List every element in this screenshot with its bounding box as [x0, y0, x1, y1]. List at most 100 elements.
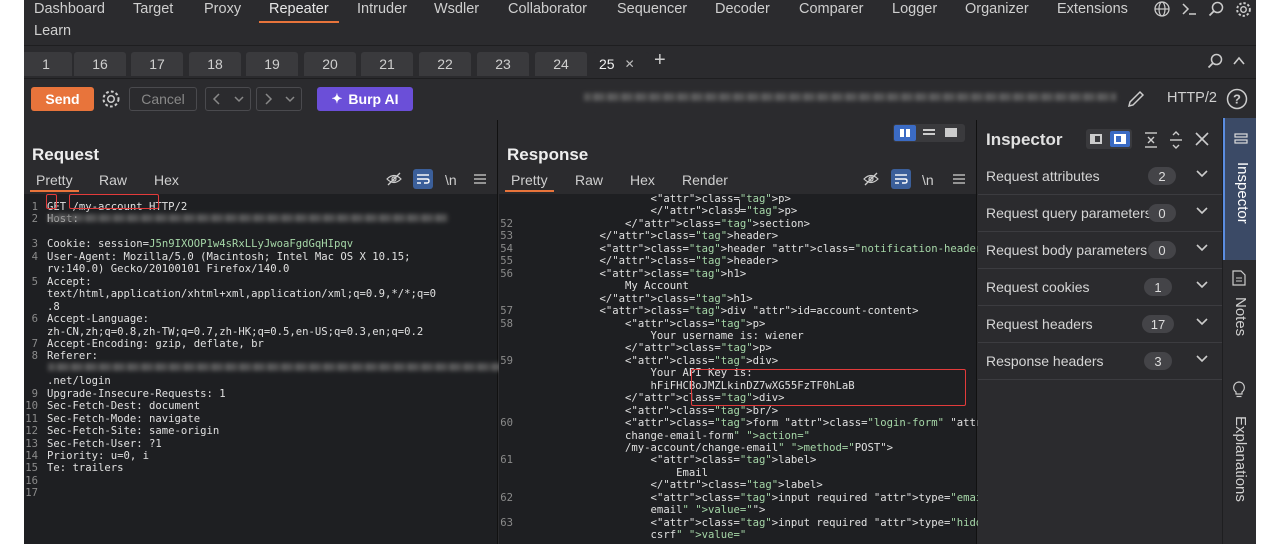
line-number: 17	[25, 487, 38, 500]
add-tab-icon[interactable]: +	[654, 49, 666, 72]
line-number: 15	[25, 462, 38, 475]
repeater-tab-18[interactable]: 18	[189, 52, 241, 76]
response-editor[interactable]: <"attr">class="tag">p> </"attr">class="t…	[499, 187, 1091, 544]
tab-learn[interactable]: Learn	[34, 23, 71, 39]
code-line: </"attr">class="tag">header>	[523, 255, 779, 268]
inspector-row-request-cookies[interactable]: Request cookies 1	[978, 269, 1222, 306]
request-pane: Request Pretty Raw Hex \n 1 GET /my-accou…	[24, 120, 506, 544]
tab-collaborator[interactable]: Collaborator	[508, 1, 587, 17]
edit-target-icon[interactable]	[1126, 89, 1146, 114]
collapse-all-icon[interactable]	[1144, 131, 1158, 154]
close-icon[interactable]	[1194, 131, 1210, 152]
settings-icon[interactable]	[1232, 0, 1254, 18]
tab-hex[interactable]: Hex	[154, 172, 179, 188]
send-settings-icon[interactable]	[101, 89, 121, 114]
repeater-tab-19[interactable]: 19	[246, 52, 298, 76]
repeater-tab-17[interactable]: 17	[131, 52, 183, 76]
sidebar-tab-inspector[interactable]: Inspector	[1223, 118, 1256, 260]
send-button[interactable]: Send	[31, 87, 94, 111]
layout-split-icon[interactable]	[894, 125, 916, 141]
expand-all-icon[interactable]	[1169, 131, 1183, 154]
inspector-row-request-headers[interactable]: Request headers 17	[978, 306, 1222, 343]
layout-single-icon[interactable]	[945, 128, 957, 137]
tab-comparer[interactable]: Comparer	[799, 1, 863, 17]
tab-extensions[interactable]: Extensions	[1057, 1, 1128, 17]
search-icon[interactable]	[1205, 0, 1227, 18]
tab-hex[interactable]: Hex	[630, 172, 655, 188]
row-label: Request body parameters	[986, 242, 1148, 258]
layout-toggle[interactable]	[893, 124, 965, 142]
tab-target[interactable]: Target	[133, 1, 173, 17]
burp-ai-button[interactable]: ✦ Burp AI	[317, 87, 413, 111]
newline-toggle[interactable]: \n	[445, 172, 457, 188]
globe-icon[interactable]	[1151, 0, 1173, 18]
code-line: Sec-Fetch-Site: same-origin	[47, 425, 220, 438]
cancel-button[interactable]: Cancel	[129, 87, 197, 111]
tab-raw[interactable]: Raw	[575, 172, 603, 188]
inspector-layout-toggle[interactable]	[1086, 129, 1132, 149]
row-count-badge: 0	[1148, 204, 1176, 222]
layout-right-icon[interactable]	[1110, 131, 1130, 147]
code-line: User-Agent: Mozilla/5.0 (Macintosh; Inte…	[47, 250, 411, 263]
chevron-down-icon	[1196, 318, 1208, 326]
repeater-tab-21[interactable]: 21	[361, 52, 413, 76]
newline-toggle[interactable]: \n	[922, 172, 934, 188]
inspector-row-request-query-parameters[interactable]: Request query parameters 0	[978, 195, 1222, 232]
inspector-row-response-headers[interactable]: Response headers 3	[978, 343, 1222, 380]
tab-pretty[interactable]: Pretty	[30, 172, 79, 192]
inspector-row-request-body-parameters[interactable]: Request body parameters 0	[978, 232, 1222, 269]
tab-repeater[interactable]: Repeater	[259, 1, 339, 23]
layout-stacked-icon[interactable]	[923, 129, 935, 131]
repeater-tab-20[interactable]: 20	[304, 52, 356, 76]
hide-icon[interactable]	[386, 171, 402, 190]
code-line: Upgrade-Insecure-Requests: 1	[47, 387, 226, 400]
code-line: <"attr">class="tag">div>	[523, 354, 779, 367]
chevron-up-icon[interactable]	[1232, 54, 1246, 73]
code-line: Priority: u=0, i	[47, 450, 150, 462]
layout-left-icon[interactable]	[1090, 134, 1102, 144]
help-icon[interactable]: ?	[1226, 88, 1248, 115]
repeater-tab-25[interactable]: 25 ✕	[593, 52, 649, 76]
tab-wsdler[interactable]: Wsdler	[434, 1, 479, 17]
sidebar-tab-explanations[interactable]: Explanations	[1223, 372, 1256, 544]
wrap-lines-icon[interactable]	[891, 169, 911, 189]
code-line: <"attr">class="tag">p>	[523, 317, 766, 330]
code-line: Sec-Fetch-Mode: navigate	[47, 412, 201, 425]
tab-raw[interactable]: Raw	[99, 172, 127, 188]
tab-pretty[interactable]: Pretty	[505, 172, 554, 192]
http-version-label[interactable]: HTTP/2	[1167, 90, 1217, 106]
close-tab-icon[interactable]: ✕	[625, 57, 635, 71]
tab-dashboard[interactable]: Dashboard	[34, 1, 105, 17]
redacted-host	[48, 214, 448, 222]
terminal-icon[interactable]	[1178, 0, 1200, 18]
sidebar-tab-notes[interactable]: Notes	[1223, 261, 1256, 371]
tab-intruder[interactable]: Intruder	[357, 1, 407, 17]
menu-icon[interactable]	[473, 172, 487, 189]
line-number: 62	[500, 491, 513, 504]
tab-proxy[interactable]: Proxy	[204, 1, 241, 17]
repeater-tab-24[interactable]: 24	[535, 52, 587, 76]
forward-button[interactable]	[256, 87, 302, 111]
tab-organizer[interactable]: Organizer	[965, 1, 1029, 17]
tab-logger[interactable]: Logger	[892, 1, 937, 17]
row-label: Response headers	[986, 353, 1104, 369]
line-number: 2	[31, 213, 38, 226]
repeater-tab-23[interactable]: 23	[477, 52, 529, 76]
wrap-lines-icon[interactable]	[413, 169, 433, 189]
repeater-tab-22[interactable]: 22	[419, 52, 471, 76]
lightbulb-icon	[1232, 381, 1246, 404]
target-url[interactable]	[584, 93, 1116, 103]
repeater-tab-16[interactable]: 16	[74, 52, 126, 76]
inspector-row-request-attributes[interactable]: Request attributes 2	[978, 158, 1222, 195]
tab-sequencer[interactable]: Sequencer	[617, 1, 687, 17]
tab-render[interactable]: Render	[682, 172, 728, 188]
back-button[interactable]	[205, 87, 251, 111]
code-line: <"attr">class="tag">form "attr">class="l…	[523, 417, 1033, 430]
line-number: 1	[31, 201, 38, 213]
code-line: Cookie: session=J5n9IXOOP1w4sRxLLyJwoaFg…	[47, 238, 354, 251]
tab-decoder[interactable]: Decoder	[715, 1, 770, 17]
line-number: 55	[500, 255, 513, 268]
search-tabs-icon[interactable]	[1207, 53, 1223, 74]
code-line: /my-account/change-email" ">method="POST…	[523, 442, 893, 454]
repeater-tab-1[interactable]: 1	[24, 52, 72, 76]
